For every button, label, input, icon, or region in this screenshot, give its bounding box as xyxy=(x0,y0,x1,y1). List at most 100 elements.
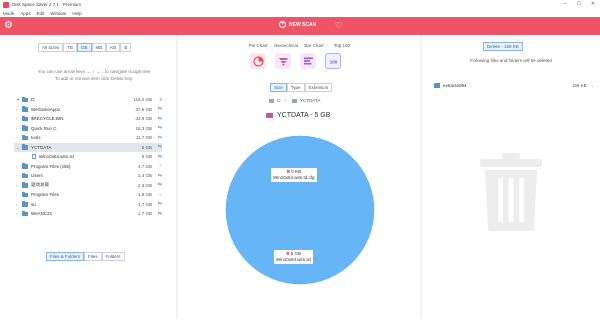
view-filter-tabs: Files & Folders Files Folders xyxy=(46,252,125,261)
tab-size[interactable]: Size xyxy=(270,83,287,92)
file-icon xyxy=(32,154,36,160)
mark-delete-icon[interactable]: ⇆ xyxy=(152,125,162,131)
breadcrumb-separator: › xyxy=(284,98,287,103)
top100-button[interactable]: 100 xyxy=(325,53,341,69)
mark-delete-icon[interactable]: ⇆ xyxy=(152,211,162,217)
maximize-button[interactable]: ☐ xyxy=(572,0,586,9)
unit-tb[interactable]: TB xyxy=(63,43,78,52)
tooltip-large-size: 5 GB xyxy=(290,251,302,256)
chart-type-hierarchical-label: Hierarchical xyxy=(274,43,298,48)
mark-delete-icon[interactable]: ⇆ xyxy=(152,182,162,188)
breadcrumb: C: › YCTDATA xyxy=(266,98,320,103)
delete-list-item[interactable]: extracted94 159 KB ⌄ xyxy=(434,81,594,90)
chart-type-labels: Pie Chart Hierarchical Bar Chart Top 100 xyxy=(244,43,356,48)
folder-icon xyxy=(22,172,28,178)
unit-gb[interactable]: GB xyxy=(77,43,92,52)
folder-icon xyxy=(22,201,28,207)
tree-item-name: D: xyxy=(31,97,36,103)
unit-b[interactable]: B xyxy=(120,43,132,52)
tree-row[interactable]: › su 1.7 GB ⇆ xyxy=(14,200,162,210)
mark-delete-icon[interactable]: ⇆ xyxy=(152,201,162,207)
mark-delete-icon[interactable]: ⇆ xyxy=(152,173,162,179)
folder-icon xyxy=(22,182,28,188)
menu-window[interactable]: Window xyxy=(50,11,66,16)
remove-icon[interactable]: x xyxy=(152,97,163,103)
mark-delete-icon[interactable]: ⇆ xyxy=(152,106,162,112)
tree-row[interactable]: › WeANC21 1.7 GB ⇆ xyxy=(14,209,162,219)
new-scan-button[interactable]: + NEW SCAN xyxy=(279,21,316,28)
tree-item-size: 1.7 GB xyxy=(137,201,152,207)
tree-item-name: tools xyxy=(31,135,41,141)
tree-row[interactable]: ▼ D: 118.2 GB x xyxy=(14,95,162,105)
delete-mark-icon-2: ✖ xyxy=(285,251,290,256)
tab-type[interactable]: Type xyxy=(286,83,305,92)
tree-item-size: 5 GB xyxy=(141,154,152,160)
menu-apps[interactable]: Apps xyxy=(20,11,30,16)
minimize-button[interactable]: – xyxy=(558,0,572,9)
tree-item-name: Quick Run C xyxy=(31,125,57,131)
current-folder-icon xyxy=(266,113,273,118)
tree-row[interactable]: › Users 3.4 GB ⇆ xyxy=(14,171,162,181)
breadcrumb-folder[interactable]: YCTDATA xyxy=(300,98,320,103)
breadcrumb-drive[interactable]: C: xyxy=(277,98,282,103)
pie-chart-icon xyxy=(252,55,264,67)
settings-gear-icon[interactable]: ⚙ xyxy=(4,20,13,32)
tree-item-size: 4.7 GB xyxy=(137,163,152,169)
unit-all-sizes[interactable]: All Sizes xyxy=(38,43,64,52)
hierarchical-chart-button[interactable] xyxy=(275,53,291,69)
unit-kb[interactable]: KB xyxy=(106,43,121,52)
menu-bar: Mode Apps Edit Window Help xyxy=(0,9,600,17)
hierarchical-chart-icon xyxy=(278,57,288,66)
tree-row[interactable]: › Quick Run C 18.3 GB ⇆ xyxy=(14,124,162,134)
mark-delete-icon[interactable]: ⇆ xyxy=(152,135,162,141)
tree-item-size: 33.9 GB xyxy=(135,116,152,122)
tab-extension[interactable]: Extension xyxy=(304,83,333,92)
tab-folders[interactable]: Folders xyxy=(101,252,125,261)
tree-row[interactable]: ⌄ YCTDATA 5 GB ⇆ xyxy=(14,142,162,152)
current-folder-heading: YCTDATA - 5 GB xyxy=(266,112,330,119)
tree-item-size: 18.3 GB xyxy=(135,125,152,131)
tab-files[interactable]: Files xyxy=(84,252,102,261)
close-window-button[interactable]: ✕ xyxy=(586,0,600,9)
chart-type-buttons: 100 xyxy=(250,53,350,69)
menu-mode[interactable]: Mode xyxy=(3,11,14,16)
menu-help[interactable]: Help xyxy=(72,11,81,16)
tooltip-large-name: Win10x64.wim.tcl xyxy=(276,257,312,262)
tree-item-size: 118.2 GB xyxy=(133,97,152,103)
mark-delete-icon[interactable]: ⇆ xyxy=(152,154,162,160)
chevron-down-icon[interactable]: ⌄ xyxy=(591,83,594,88)
current-folder-title: YCTDATA - 5 GB xyxy=(277,112,331,119)
pie-chart-button[interactable] xyxy=(250,53,266,69)
svg-text:100: 100 xyxy=(329,59,337,64)
menu-edit[interactable]: Edit xyxy=(37,11,45,16)
mark-delete-icon[interactable]: ⇆ xyxy=(152,144,162,150)
delete-summary-tab[interactable]: Delete - 159 KB xyxy=(483,42,523,51)
bar-chart-button[interactable] xyxy=(300,53,316,69)
tree-item-name: WeGameApps xyxy=(31,106,61,112)
locked-circle-icon[interactable]: ○ xyxy=(152,192,162,198)
tree-item-size: 3.4 GB xyxy=(137,173,152,179)
folder-icon xyxy=(22,191,28,197)
title-bar: Disk Space Saver 2.7.1 - Premium – ☐ ✕ xyxy=(0,0,600,9)
unit-mb[interactable]: MB xyxy=(91,43,107,52)
heart-icon[interactable]: ♡ xyxy=(335,20,342,32)
tree-item-name: Program Files (x86) xyxy=(31,163,71,169)
delete-note: Following files and folders will be dele… xyxy=(470,58,552,63)
tree-row[interactable]: › $RECYCLE.BIN 33.9 GB ⇆ xyxy=(14,114,162,124)
tree-row[interactable]: › Program Files (x86) 4.7 GB ○ xyxy=(14,162,162,172)
mark-delete-icon[interactable]: ⇆ xyxy=(152,116,162,122)
locked-circle-icon[interactable]: ○ xyxy=(152,163,162,169)
pie-tooltip-large-slice: ✖5 GB Win10x64.wim.tcl xyxy=(274,250,314,264)
tree-row[interactable]: Win10x64.wim.tcl 5 GB ⇆ xyxy=(14,152,162,162)
tree-row[interactable]: › Program Files 1.9 GB ○ xyxy=(14,190,162,200)
size-unit-tabs: All Sizes TB GB MB KB B xyxy=(38,43,132,52)
tree-row[interactable]: › WeGameApps 37.6 GB ⇆ xyxy=(14,105,162,115)
tree-item-size: 37.6 GB xyxy=(135,106,152,112)
tab-files-and-folders[interactable]: Files & Folders xyxy=(46,252,85,261)
tree-item-size: 11.7 GB xyxy=(135,135,152,141)
tree-row[interactable]: › 驱动总裁 2.3 GB ⇆ xyxy=(14,181,162,191)
hint-delete: To add or remove item click Delete key. xyxy=(54,76,134,81)
folder-tree: ▼ D: 118.2 GB x › WeGameApps 37.6 GB ⇆ › $RECYCLE… xyxy=(14,95,162,219)
tree-item-name: WeANC21 xyxy=(31,211,53,217)
tree-row[interactable]: › tools 11.7 GB ⇆ xyxy=(14,133,162,143)
